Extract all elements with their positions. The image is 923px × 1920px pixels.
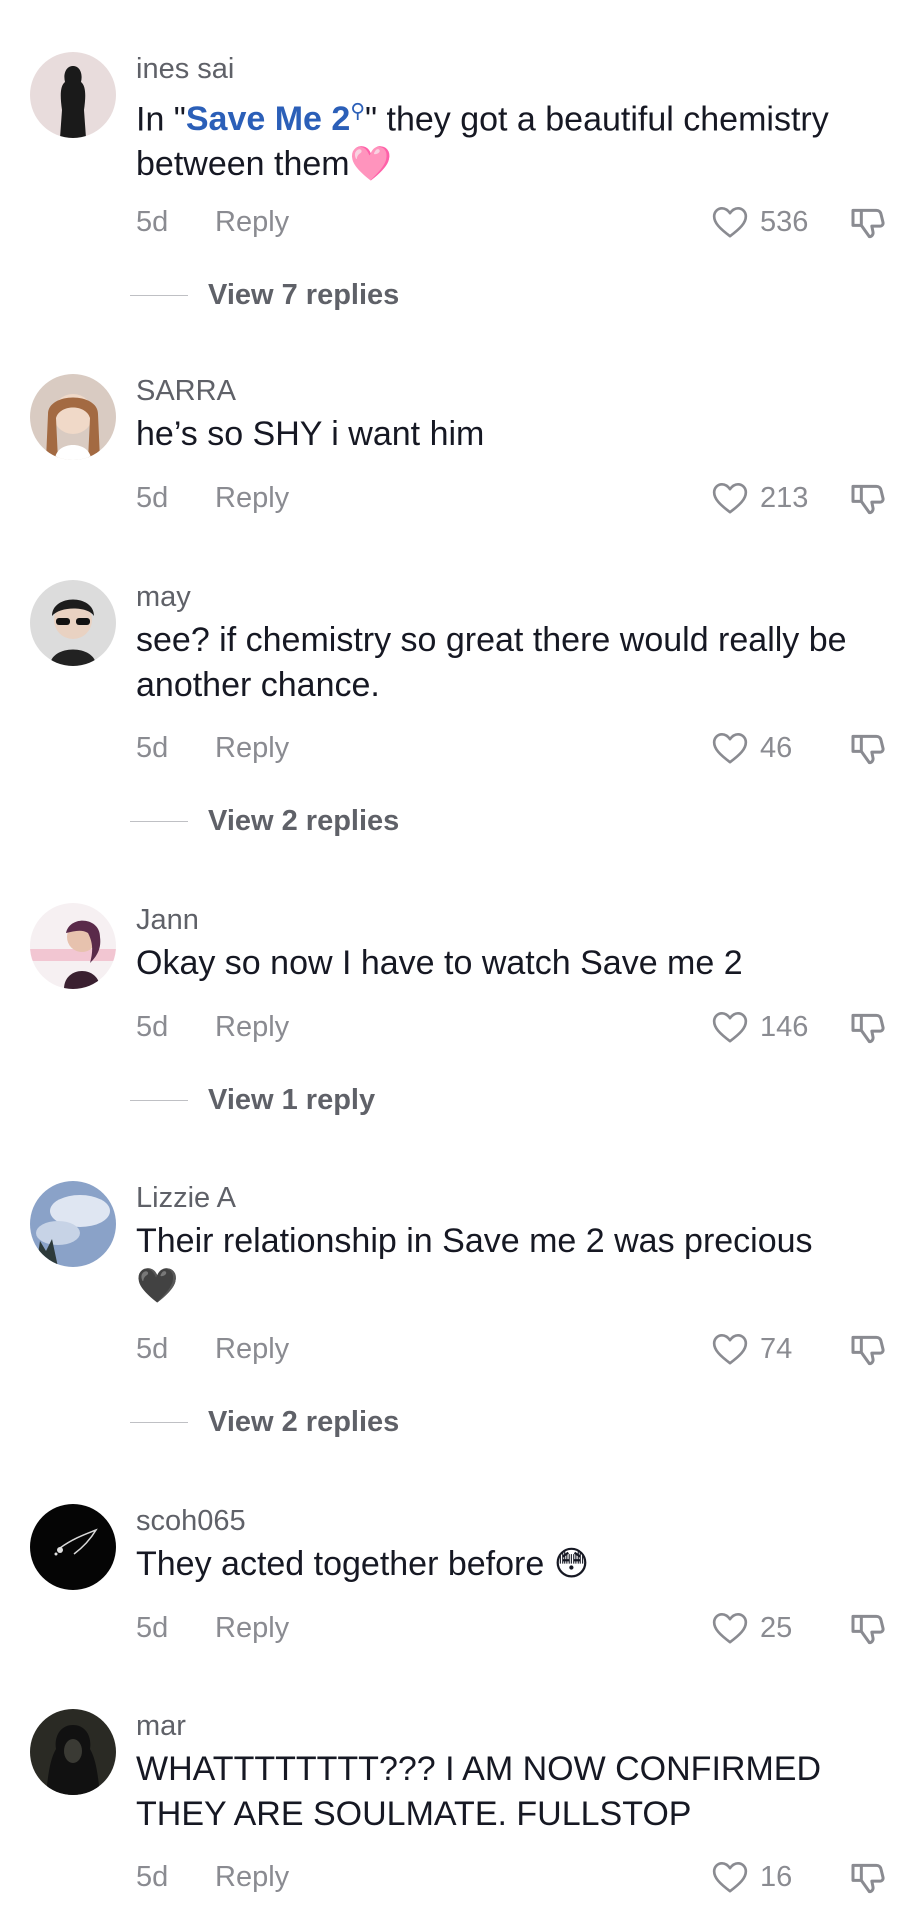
reply-button[interactable]: Reply (215, 1857, 289, 1897)
thumbs-down-outline-icon[interactable] (848, 1857, 888, 1897)
like-count: 536 (760, 206, 809, 238)
comment-username[interactable]: Lizzie A (136, 1181, 236, 1215)
reply-button[interactable]: Reply (215, 1608, 289, 1648)
comment-actions: 5d Reply 536 (136, 202, 896, 242)
like-count: 74 (760, 1333, 793, 1365)
view-replies-button[interactable]: View 2 replies (130, 801, 550, 841)
reply-button[interactable]: Reply (215, 1007, 289, 1047)
comment-date: 5d (136, 732, 169, 764)
thumbs-down-outline-icon[interactable] (848, 1329, 888, 1369)
avatar[interactable] (30, 580, 116, 666)
comment-actions: 5d Reply 146 (136, 1007, 896, 1047)
heart-outline-icon[interactable] (710, 1608, 750, 1648)
avatar[interactable] (30, 903, 116, 989)
pink-heart-emoji: 🩷 (349, 145, 392, 184)
view-replies-label[interactable]: View 7 replies (208, 275, 399, 315)
view-replies-label[interactable]: View 1 reply (208, 1080, 375, 1120)
heart-outline-icon[interactable] (710, 1329, 750, 1369)
comment-date: 5d (136, 1612, 169, 1644)
avatar[interactable] (30, 374, 116, 460)
view-replies-button[interactable]: View 7 replies (130, 275, 550, 315)
avatar[interactable] (30, 1709, 116, 1795)
thumbs-down-outline-icon[interactable] (848, 478, 888, 518)
comment-text: see? if chemistry so great there would r… (136, 621, 847, 704)
comment-username[interactable]: mar (136, 1709, 186, 1743)
comment-date: 5d (136, 1861, 169, 1893)
thumbs-down-outline-icon[interactable] (848, 1007, 888, 1047)
avatar[interactable] (30, 52, 116, 138)
like-count: 16 (760, 1861, 793, 1893)
thumbs-down-outline-icon[interactable] (848, 728, 888, 768)
like-count: 213 (760, 482, 809, 514)
flushed-face-emoji: 😳 (553, 1545, 590, 1583)
like-count: 146 (760, 1011, 809, 1043)
reply-button[interactable]: Reply (215, 728, 289, 768)
reply-button[interactable]: Reply (215, 1329, 289, 1369)
avatar[interactable] (30, 1504, 116, 1590)
heart-outline-icon[interactable] (710, 1857, 750, 1897)
heart-outline-icon[interactable] (710, 728, 750, 768)
comment-text: Okay so now I have to watch Save me 2 (136, 944, 743, 982)
comment-actions: 5d Reply 46 (136, 728, 896, 768)
view-replies-button[interactable]: View 2 replies (130, 1402, 550, 1442)
comment-actions: 5d Reply 16 (136, 1857, 896, 1897)
comment-text: he’s so SHY i want him (136, 415, 485, 453)
black-heart-emoji: 🖤 (136, 1267, 179, 1305)
view-replies-label[interactable]: View 2 replies (208, 1402, 399, 1442)
comment-text: WHATTTTTTTT??? I AM NOW CONFIRMED THEY A… (136, 1750, 821, 1833)
comment-actions: 5d Reply 25 (136, 1608, 896, 1648)
view-replies-button[interactable]: View 1 reply (130, 1080, 550, 1120)
comment-actions: 5d Reply 74 (136, 1329, 896, 1369)
comment-date: 5d (136, 1333, 169, 1365)
divider (130, 821, 188, 822)
divider (130, 295, 188, 296)
comment-text: They acted together before 😳 (136, 1542, 876, 1587)
like-count: 25 (760, 1612, 793, 1644)
thumbs-down-outline-icon[interactable] (848, 202, 888, 242)
comment-username[interactable]: may (136, 580, 191, 614)
comment-text: Their relationship in Save me 2 was prec… (136, 1219, 876, 1309)
reply-button[interactable]: Reply (215, 202, 289, 242)
thumbs-down-outline-icon[interactable] (848, 1608, 888, 1648)
search-tag-link[interactable]: Save Me 2⚲ (186, 100, 365, 138)
comment-feed: ines sai In "Save Me 2⚲" they got a beau… (0, 0, 923, 1920)
comment-text-body: They acted together before (136, 1545, 545, 1583)
comment-actions: 5d Reply 213 (136, 478, 896, 518)
comment-username[interactable]: ines sai (136, 52, 234, 86)
comment-text: In "Save Me 2⚲" they got a beautiful che… (136, 90, 876, 187)
heart-outline-icon[interactable] (710, 1007, 750, 1047)
comment-date: 5d (136, 482, 169, 514)
divider (130, 1100, 188, 1101)
search-icon: ⚲ (350, 101, 365, 123)
divider (130, 1422, 188, 1423)
comment-text-body: Their relationship in Save me 2 was prec… (136, 1222, 813, 1260)
reply-button[interactable]: Reply (215, 478, 289, 518)
comment-date: 5d (136, 1011, 169, 1043)
comment-text-pre: In " (136, 100, 186, 139)
view-replies-label[interactable]: View 2 replies (208, 801, 399, 841)
heart-outline-icon[interactable] (710, 202, 750, 242)
avatar[interactable] (30, 1181, 116, 1267)
comment-username[interactable]: Jann (136, 903, 199, 937)
search-tag-label[interactable]: Save Me 2 (186, 100, 350, 138)
heart-outline-icon[interactable] (710, 478, 750, 518)
comment-date: 5d (136, 206, 169, 238)
comment-username[interactable]: SARRA (136, 374, 236, 408)
comment-username[interactable]: scoh065 (136, 1504, 246, 1538)
like-count: 46 (760, 732, 793, 764)
